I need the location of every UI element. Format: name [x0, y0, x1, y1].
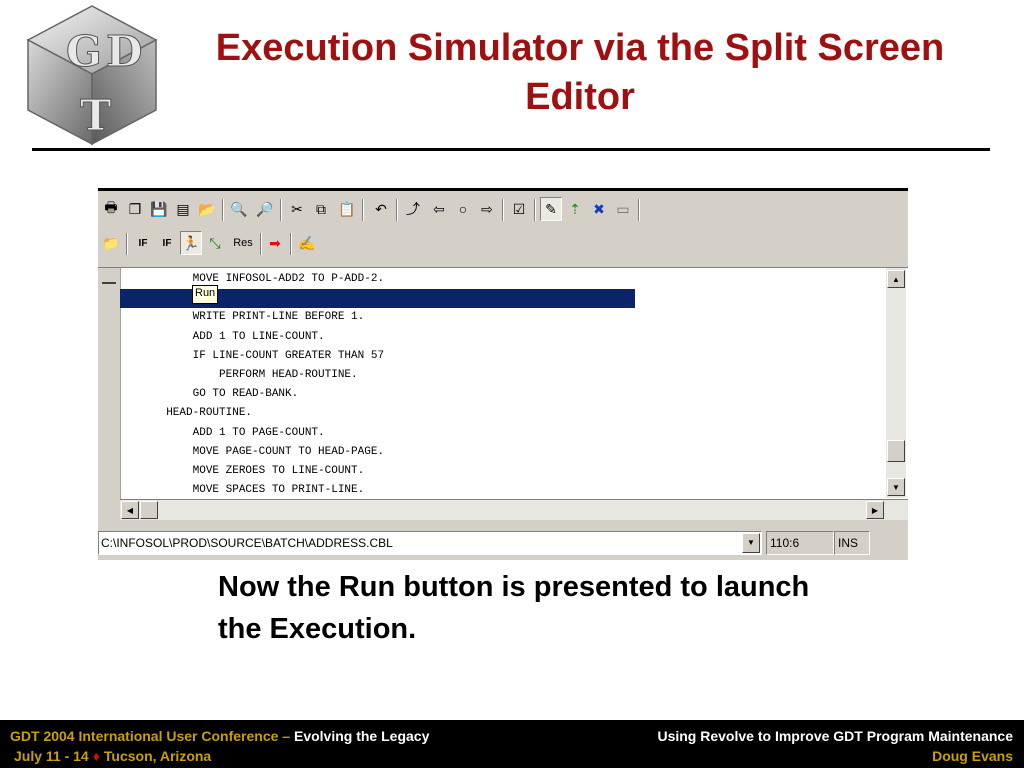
- svg-text:T: T: [80, 91, 111, 140]
- code-line[interactable]: PERFORM HEAD-ROUTINE.: [120, 366, 886, 385]
- status-bar: C:\INFOSOL\PROD\SOURCE\BATCH\ADDRESS.CBL…: [98, 529, 908, 559]
- if-up-icon[interactable]: IF: [132, 231, 154, 255]
- svg-text:D: D: [106, 27, 142, 76]
- toolbar-separator: [638, 199, 640, 221]
- print-icon[interactable]: 🖶: [100, 197, 122, 221]
- code-line-selected[interactable]: MOVE INFOSOL-ZIP TO P-ZIP. Run: [120, 285, 635, 323]
- toolbar-separator: [280, 199, 282, 221]
- edit-icon[interactable]: ✍: [296, 231, 318, 255]
- cursor-position: 110:6: [766, 531, 834, 555]
- code-lines[interactable]: MOVE INFOSOL-ADD2 TO P-ADD-2. MOVE INFOS…: [120, 270, 886, 498]
- line-gutter: [98, 268, 121, 500]
- red-arrow-icon[interactable]: ➡: [264, 231, 286, 255]
- speaker-name: Doug Evans: [932, 748, 1013, 764]
- horizontal-scrollbar[interactable]: ◀ ▶: [120, 499, 908, 520]
- footer-conference: GDT 2004 International User Conference –…: [10, 728, 429, 744]
- file-path-combo[interactable]: C:\INFOSOL\PROD\SOURCE\BATCH\ADDRESS.CBL…: [98, 531, 762, 555]
- vertical-scrollbar[interactable]: ▲ ▼: [886, 268, 906, 498]
- toolbar-separator: [396, 199, 398, 221]
- gdt-logo: G D T: [22, 2, 162, 148]
- find-next-icon[interactable]: 🔎: [254, 197, 276, 221]
- code-line[interactable]: GO TO READ-BANK.: [120, 385, 886, 404]
- toolbar-separator: [534, 199, 536, 221]
- title-divider: [32, 148, 990, 151]
- back-icon[interactable]: ⇦: [428, 197, 450, 221]
- code-line[interactable]: MOVE INFOSOL-ADD2 TO P-ADD-2.: [120, 270, 886, 289]
- toolbar-separator: [260, 233, 262, 255]
- goto-icon[interactable]: ⤴: [402, 197, 424, 221]
- code-line[interactable]: MOVE PAGE-COUNT TO HEAD-PAGE.: [120, 443, 886, 462]
- split-screen-editor: 🖶 ❐ 💾 ▤ 📂 🔍 🔎 ✂ ⧉ 📋 ↶ ⤴ ⇦ ○ ⇨ ☑ ✎ ⇡ ✖ ▭ …: [98, 188, 908, 560]
- toolbar-separator: [362, 199, 364, 221]
- scroll-up-icon[interactable]: ▲: [887, 270, 905, 288]
- code-editor-pane[interactable]: MOVE INFOSOL-ADD2 TO P-ADD-2. MOVE INFOS…: [98, 267, 908, 500]
- toolbar-row-1: 🖶 ❐ 💾 ▤ 📂 🔍 🔎 ✂ ⧉ 📋 ↶ ⤴ ⇦ ○ ⇨ ☑ ✎ ⇡ ✖ ▭: [98, 195, 908, 227]
- scroll-down-icon[interactable]: ▼: [887, 478, 905, 496]
- run-button[interactable]: 🏃: [180, 231, 202, 255]
- copy-icon[interactable]: ⧉: [310, 197, 332, 221]
- insert-mode-indicator: INS: [834, 531, 870, 555]
- gdt-cube-logo-icon: G D T: [26, 5, 158, 146]
- print-preview-icon[interactable]: ❐: [124, 197, 146, 221]
- undo-icon[interactable]: ↶: [370, 197, 392, 221]
- talk-title: Using Revolve to Improve GDT Program Mai…: [657, 728, 1013, 744]
- conference-name: GDT 2004 International User Conference –: [10, 728, 291, 744]
- run-tooltip: Run: [192, 285, 219, 305]
- chevron-down-icon[interactable]: ▼: [742, 533, 760, 553]
- toolbar-separator: [222, 199, 224, 221]
- vertical-scroll-thumb[interactable]: [887, 440, 905, 462]
- toolbar-row-2: 📁 IF IF 🏃 ⤡ Res ➡ ✍: [98, 229, 908, 261]
- toolbar-separator: [502, 199, 504, 221]
- res-button[interactable]: Res: [230, 231, 256, 255]
- diamond-icon: ♦: [92, 748, 100, 764]
- current-line-marker: [102, 282, 116, 284]
- run-icon: 🏃: [182, 234, 200, 251]
- conference-theme: Evolving the Legacy: [293, 728, 430, 744]
- branch-icon[interactable]: ⇡: [564, 197, 586, 221]
- scroll-left-icon[interactable]: ◀: [121, 501, 139, 519]
- save-icon[interactable]: 💾: [148, 197, 170, 221]
- slide-caption: Now the Run button is presented to launc…: [218, 571, 810, 645]
- toolbar-separator: [126, 233, 128, 255]
- code-line[interactable]: ADD 1 TO LINE-COUNT.: [120, 328, 886, 347]
- scroll-right-icon[interactable]: ▶: [866, 501, 884, 519]
- horizontal-scroll-thumb[interactable]: [140, 501, 158, 519]
- if-down-icon[interactable]: IF: [156, 231, 178, 255]
- footer-date-location: July 11 - 14 ♦ Tucson, Arizona: [14, 748, 211, 764]
- code-line[interactable]: ADD 1 TO PAGE-COUNT.: [120, 424, 886, 443]
- slide-title: Execution Simulator via the Split Screen…: [215, 27, 945, 118]
- svg-text:G: G: [66, 27, 102, 76]
- paste-icon[interactable]: 📋: [336, 197, 358, 221]
- monitor-icon[interactable]: ▭: [612, 197, 634, 221]
- stop-icon[interactable]: ○: [452, 197, 474, 221]
- save-as-icon[interactable]: ▤: [172, 197, 194, 221]
- file-path: C:\INFOSOL\PROD\SOURCE\BATCH\ADDRESS.CBL: [101, 536, 393, 550]
- simulate-icon[interactable]: ✎: [540, 197, 562, 221]
- slide-footer: GDT 2004 International User Conference –…: [0, 720, 1024, 768]
- open-folder-icon[interactable]: 📂: [196, 197, 218, 221]
- code-line[interactable]: MOVE SPACES TO PRINT-LINE.: [120, 481, 886, 498]
- find-icon[interactable]: 🔍: [228, 197, 250, 221]
- cut-icon[interactable]: ✂: [286, 197, 308, 221]
- conference-dates: July 11 - 14: [14, 748, 89, 764]
- new-folder-icon[interactable]: 📁: [100, 231, 122, 255]
- res-icon: Res: [233, 237, 253, 249]
- code-line[interactable]: HEAD-ROUTINE.: [120, 404, 886, 423]
- step-icon[interactable]: ⤡: [204, 231, 226, 255]
- code-line[interactable]: WRITE PRINT-LINE BEFORE 1.: [120, 308, 886, 327]
- conference-location: Tucson, Arizona: [103, 748, 212, 764]
- code-line[interactable]: MOVE ZEROES TO LINE-COUNT.: [120, 462, 886, 481]
- forward-icon[interactable]: ⇨: [476, 197, 498, 221]
- toolbar-separator: [290, 233, 292, 255]
- properties-icon[interactable]: ☑: [508, 197, 530, 221]
- code-line[interactable]: IF LINE-COUNT GREATER THAN 57: [120, 347, 886, 366]
- cross-reference-icon[interactable]: ✖: [588, 197, 610, 221]
